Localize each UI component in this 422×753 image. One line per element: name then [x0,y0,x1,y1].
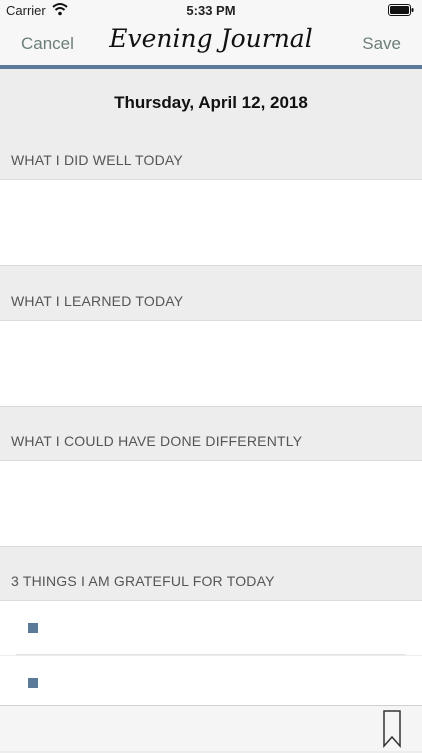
status-time: 5:33 PM [186,3,236,18]
section-label: WHAT I DID WELL TODAY [11,152,183,168]
section-header-grateful: 3 THINGS I AM GRATEFUL FOR TODAY [0,559,422,601]
bullet-icon [28,623,38,633]
learned-text-area[interactable] [0,321,422,407]
save-button[interactable]: Save [362,34,401,54]
section-header-differently: WHAT I COULD HAVE DONE DIFFERENTLY [0,419,422,461]
bullet-icon [28,678,38,688]
page-title: Evening Journal [109,24,313,53]
grateful-item-2[interactable] [0,656,422,705]
section-label: 3 THINGS I AM GRATEFUL FOR TODAY [11,573,275,589]
differently-text-area[interactable] [0,461,422,547]
journal-date: Thursday, April 12, 2018 [114,93,308,112]
section-header-learned: WHAT I LEARNED TODAY [0,279,422,321]
grateful-item-1[interactable] [0,601,422,655]
navigation-bar: Cancel Evening Journal Save [0,20,422,65]
section-label: WHAT I COULD HAVE DONE DIFFERENTLY [11,433,303,449]
bottom-toolbar [0,705,422,751]
row-divider [16,654,406,655]
battery-icon [388,4,414,16]
status-bar: Carrier 5:33 PM [0,0,422,20]
section-label: WHAT I LEARNED TODAY [11,293,184,309]
bookmark-icon[interactable] [382,710,402,748]
nav-divider [0,65,422,69]
did-well-text-area[interactable] [0,180,422,266]
section-header-did-well: WHAT I DID WELL TODAY [0,138,422,180]
